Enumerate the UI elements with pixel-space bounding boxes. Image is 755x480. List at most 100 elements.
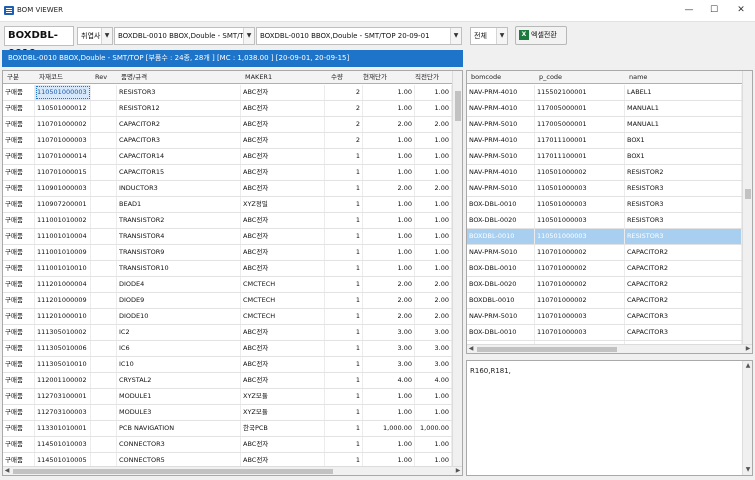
rev-cell[interactable] (91, 229, 117, 244)
column-header-maker[interactable]: MAKER1 (243, 71, 313, 84)
type-cell[interactable]: 구매품 (3, 325, 35, 340)
scroll-thumb[interactable] (455, 91, 461, 121)
maker-cell[interactable]: CMCTECH (241, 277, 325, 292)
name-cell[interactable]: CONNECTOR3 (117, 437, 241, 452)
code-cell[interactable]: 110501000003 (35, 85, 91, 100)
maker-cell[interactable]: ABC전자 (241, 181, 325, 196)
current-price-cell[interactable]: 1.00 (363, 213, 415, 228)
table-row[interactable]: 구매품 110501000003 RESISTOR3 ABC전자 2 1.00 1.00 (3, 85, 452, 101)
qty-cell[interactable]: 2 (325, 133, 363, 148)
previous-price-cell[interactable]: 1.00 (415, 213, 452, 228)
type-cell[interactable]: 구매품 (3, 117, 35, 132)
table-row[interactable]: NAV-PRM-4010 117011100001 BOX1 (467, 133, 742, 149)
rev-cell[interactable] (91, 325, 117, 340)
name-cell[interactable]: RESISTOR3 (625, 197, 742, 212)
table-row[interactable]: 구매품 110907200001 BEAD1 XYZ정밀 1 1.00 1.00 (3, 197, 452, 213)
maker-cell[interactable]: CMCTECH (241, 293, 325, 308)
pcode-cell[interactable]: 110701000002 (535, 245, 625, 260)
rev-cell[interactable] (91, 389, 117, 404)
maximize-button[interactable]: ☐ (706, 3, 722, 18)
pcode-cell[interactable]: 110501000003 (535, 229, 625, 244)
table-row[interactable]: BOX-DBL-0010 110701000002 CAPACITOR2 (467, 261, 742, 277)
current-price-cell[interactable]: 2.00 (363, 293, 415, 308)
bomcode-cell[interactable]: NAV-PRM-4010 (467, 101, 535, 116)
rev-cell[interactable] (91, 277, 117, 292)
previous-price-cell[interactable]: 3.00 (415, 325, 452, 340)
type-cell[interactable]: 구매품 (3, 357, 35, 372)
reference-designator-pane[interactable]: R160,R181, ▲ ▼ (466, 360, 753, 476)
column-header-name[interactable]: name (627, 71, 727, 84)
rev-cell[interactable] (91, 405, 117, 420)
table-row[interactable]: 구매품 110701000015 CAPACITOR15 ABC전자 1 1.00 1.00 (3, 165, 452, 181)
pcode-cell[interactable]: 117005000001 (535, 117, 625, 132)
close-button[interactable]: ✕ (733, 3, 749, 18)
bomcode-cell[interactable]: NAV-PRM-5010 (467, 117, 535, 132)
bomcode-cell[interactable]: BOXDBL-0010 (467, 293, 535, 308)
name-cell[interactable]: DIODE10 (117, 309, 241, 324)
table-row[interactable]: 구매품 110901000003 INDUCTOR3 ABC전자 1 2.00 2.00 (3, 181, 452, 197)
current-price-cell[interactable]: 1.00 (363, 437, 415, 452)
previous-price-cell[interactable]: 1.00 (415, 389, 452, 404)
name-cell[interactable]: IC2 (117, 325, 241, 340)
bomcode-cell[interactable]: BOX-DBL-0010 (467, 325, 535, 340)
previous-price-cell[interactable]: 1.00 (415, 133, 452, 148)
rev-cell[interactable] (91, 293, 117, 308)
code-cell[interactable]: 112703100001 (35, 389, 91, 404)
bom-code-field[interactable]: BOXDBL-0010 (4, 26, 74, 59)
previous-price-cell[interactable]: 1.00 (415, 405, 452, 420)
rev-cell[interactable] (91, 421, 117, 436)
previous-price-cell[interactable]: 1,000.00 (415, 421, 452, 436)
scroll-left-icon[interactable]: ◀ (3, 467, 11, 475)
column-header-current-price[interactable]: 현재단가 (361, 71, 403, 84)
qty-cell[interactable]: 1 (325, 437, 363, 452)
maker-cell[interactable]: XYZ모듈 (241, 405, 325, 420)
minimize-button[interactable]: — (681, 3, 697, 18)
pcode-cell[interactable]: 110501000003 (535, 213, 625, 228)
current-price-cell[interactable]: 2.00 (363, 309, 415, 324)
qty-cell[interactable]: 1 (325, 421, 363, 436)
previous-price-cell[interactable]: 2.00 (415, 309, 452, 324)
table-row[interactable]: 구매품 111201000010 DIODE10 CMCTECH 1 2.00 2.00 (3, 309, 452, 325)
current-price-cell[interactable]: 1.00 (363, 197, 415, 212)
pcode-cell[interactable]: 110501000002 (535, 165, 625, 180)
type-cell[interactable]: 구매품 (3, 389, 35, 404)
previous-price-cell[interactable]: 4.00 (415, 373, 452, 388)
qty-cell[interactable]: 2 (325, 85, 363, 100)
pcode-cell[interactable]: 110501000003 (535, 181, 625, 196)
name-cell[interactable]: BOX1 (625, 149, 742, 164)
code-cell[interactable]: 110701000015 (35, 165, 91, 180)
code-cell[interactable]: 110701000002 (35, 117, 91, 132)
type-cell[interactable]: 구매품 (3, 149, 35, 164)
type-cell[interactable]: 구매품 (3, 405, 35, 420)
code-cell[interactable]: 110701000003 (35, 133, 91, 148)
name-cell[interactable]: RESISTOR3 (625, 213, 742, 228)
company-select[interactable]: 취엽사 ▼ (77, 27, 113, 45)
current-price-cell[interactable]: 1.00 (363, 261, 415, 276)
previous-price-cell[interactable]: 1.00 (415, 229, 452, 244)
previous-price-cell[interactable]: 1.00 (415, 85, 452, 100)
table-row[interactable]: 구매품 114501010003 CONNECTOR3 ABC전자 1 1.00 1.00 (3, 437, 452, 453)
name-cell[interactable]: MANUAL1 (625, 117, 742, 132)
bomcode-cell[interactable]: NAV-PRM-4010 (467, 165, 535, 180)
rev-cell[interactable] (91, 261, 117, 276)
code-cell[interactable]: 111201000009 (35, 293, 91, 308)
column-header-qty[interactable]: 수량 (329, 71, 359, 84)
type-cell[interactable]: 구매품 (3, 277, 35, 292)
current-price-cell[interactable]: 1.00 (363, 389, 415, 404)
current-price-cell[interactable]: 1.00 (363, 149, 415, 164)
scroll-right-icon[interactable]: ▶ (454, 467, 462, 475)
name-cell[interactable]: TRANSISTOR9 (117, 245, 241, 260)
maker-cell[interactable]: 한국PCB (241, 421, 325, 436)
maker-cell[interactable]: ABC전자 (241, 117, 325, 132)
code-cell[interactable]: 111305010002 (35, 325, 91, 340)
bomcode-cell[interactable]: NAV-PRM-5010 (467, 181, 535, 196)
pcode-cell[interactable]: 110701000002 (535, 277, 625, 292)
maker-cell[interactable]: XYZ정밀 (241, 197, 325, 212)
bomcode-cell[interactable]: NAV-PRM-4010 (467, 85, 535, 100)
current-price-cell[interactable]: 2.00 (363, 181, 415, 196)
previous-price-cell[interactable]: 1.00 (415, 261, 452, 276)
name-cell[interactable]: CAPACITOR15 (117, 165, 241, 180)
table-row[interactable]: NAV-PRM-4010 117005000001 MANUAL1 (467, 101, 742, 117)
scroll-left-icon[interactable]: ◀ (467, 345, 475, 353)
column-header-rev[interactable]: Rev (93, 71, 109, 84)
